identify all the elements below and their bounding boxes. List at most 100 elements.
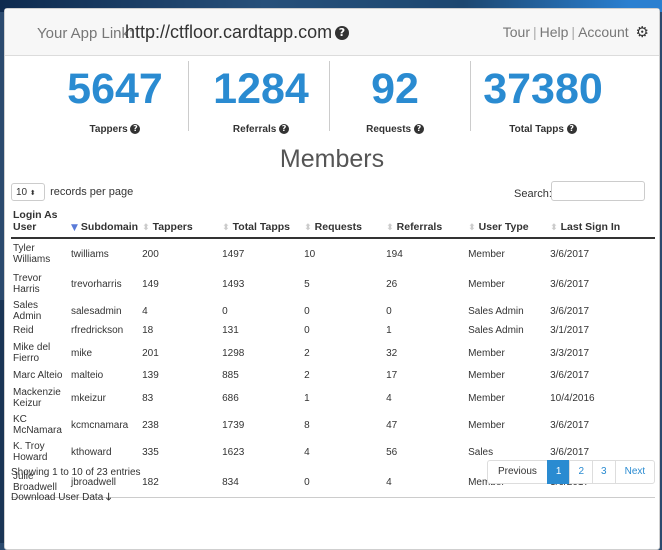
cell-total-tapps: 1739 <box>222 419 245 431</box>
cell-login-as-user[interactable]: Tyler Williams <box>11 238 69 269</box>
records-per-page: 10 ⬍ records per page <box>11 183 133 201</box>
cell-login-as-user[interactable]: Mike del Fierro <box>11 338 69 368</box>
cell-last-sign-in: 3/1/2017 <box>550 325 590 336</box>
cell-total-tapps: 1497 <box>222 248 245 260</box>
cell-last-sign-in: 10/4/2016 <box>550 392 595 404</box>
column-label: Last Sign In <box>560 221 621 233</box>
col-referrals[interactable]: ⬍ Referrals <box>384 207 467 239</box>
page-button-1[interactable]: 1 <box>546 460 571 484</box>
column-label: Total Tapps <box>232 221 291 233</box>
download-arrow-icon: 🡓 <box>106 492 112 503</box>
cell-login-as-user[interactable]: Reid <box>11 323 69 338</box>
question-circle-icon[interactable]: ? <box>413 124 424 135</box>
col-total-tapps[interactable]: ⬍ Total Tapps <box>220 207 303 239</box>
cell-login-as-user[interactable]: Mackenzie Keizur <box>11 383 69 413</box>
records-per-page-value: 10 <box>16 187 28 198</box>
cell-login-as-user[interactable]: Trevor Harris <box>11 269 69 299</box>
page-button-3[interactable]: 3 <box>592 460 616 484</box>
question-circle-icon[interactable]: ? <box>279 124 290 135</box>
table-row: Trevor Harris trevorharris 149 1493 5 26 Membe… <box>11 269 655 299</box>
cell-last-sign-in: 3/6/2017 <box>550 305 590 317</box>
cell-requests: 0 <box>304 305 310 317</box>
cell-user-type: Member <box>468 392 505 404</box>
cell-login-as-user[interactable]: Sales Admin <box>11 299 69 323</box>
cell-requests: 2 <box>304 370 310 381</box>
cell-total-tapps: 1298 <box>222 347 245 359</box>
download-user-data-link[interactable]: Download User Data 🡓 <box>11 490 111 507</box>
members-title: Members <box>279 145 385 173</box>
top-nav: Tour | Help | Account ⚙ <box>503 23 649 41</box>
header-bar: Your App Link: http://ctfloor.cardtapp.c… <box>5 9 659 56</box>
cell-total-tapps: 834 <box>220 467 303 498</box>
nav-separator: | <box>532 24 537 40</box>
entries-info: Showing 1 to 10 of 23 entries <box>11 467 141 478</box>
question-circle-icon[interactable]: ? <box>566 124 577 135</box>
cell-tappers: 201 <box>142 347 159 359</box>
cell-subdomain: kcmcnamara <box>71 419 129 431</box>
tour-link[interactable]: Tour <box>503 24 530 40</box>
cell-requests: 2 <box>304 347 310 359</box>
col-subdomain[interactable]: ▼ Subdomain <box>69 207 141 239</box>
cell-user-type: Member <box>468 248 505 260</box>
cell-total-tapps: 1493 <box>222 278 245 290</box>
stat-value: 5647 <box>67 65 163 113</box>
col-tappers[interactable]: ⬍ Tappers <box>140 207 221 239</box>
gear-icon[interactable]: ⚙ <box>636 23 649 41</box>
cell-tappers: 4 <box>142 305 148 317</box>
cell-login-as-user[interactable]: KC McNamara <box>11 413 69 437</box>
col-login-as-user[interactable]: Login As User <box>11 207 69 239</box>
column-label: Requests <box>314 221 362 233</box>
table-row: KC McNamara kcmcnamara 238 1739 8 47 Member 3/6… <box>11 413 655 437</box>
sort-icon: ⬍ <box>550 223 558 233</box>
cell-tappers: 238 <box>142 419 159 431</box>
cell-user-type: Sales Admin <box>468 305 524 317</box>
cell-requests: 8 <box>304 419 310 431</box>
app-link-url[interactable]: http://ctfloor.cardtapp.com <box>125 22 332 43</box>
cell-tappers: 139 <box>142 370 159 381</box>
column-label: User Type <box>478 221 529 233</box>
previous-page-button[interactable]: Previous <box>487 460 548 484</box>
page-button-2[interactable]: 2 <box>569 460 594 484</box>
stat-divider <box>188 61 189 131</box>
question-circle-icon[interactable]: ? <box>130 124 141 135</box>
cell-user-type: Sales Admin <box>468 325 524 336</box>
col-requests[interactable]: ⬍ Requests <box>302 207 385 239</box>
cell-user-type: Member <box>468 347 505 359</box>
cell-last-sign-in: 3/6/2017 <box>550 248 590 260</box>
help-link[interactable]: Help <box>540 24 569 40</box>
stat-label: Total Tapps <box>509 124 564 135</box>
app-link-label: Your App Link: <box>37 25 134 42</box>
cell-user-type: Member <box>468 419 505 431</box>
account-link[interactable]: Account <box>578 24 629 40</box>
sort-desc-icon: ▼ <box>71 223 78 233</box>
table-row: Sales Admin salesadmin 4 0 0 0 Sales Admin 3/6/… <box>11 299 655 323</box>
cell-tappers: 83 <box>142 392 154 404</box>
col-user-type[interactable]: ⬍ User Type <box>466 207 549 239</box>
members-table: Login As User ▼ Subdomain ⬍ Tappers ⬍ Total… <box>11 207 655 498</box>
stat-value: 1284 <box>213 65 309 113</box>
cell-requests: 4 <box>304 446 310 458</box>
search-input[interactable] <box>551 181 645 201</box>
col-last-sign-in[interactable]: ⬍ Last Sign In <box>548 207 655 239</box>
records-per-page-select[interactable]: 10 ⬍ <box>11 183 45 201</box>
cell-referrals: 194 <box>386 248 403 260</box>
table-row: Marc Alteio malteio 139 885 2 17 Member 3/6/201… <box>11 368 655 383</box>
table-row: Tyler Williams twilliams 200 1497 10 194 Membe… <box>11 238 655 269</box>
cell-requests: 0 <box>302 467 385 498</box>
next-page-button[interactable]: Next <box>614 460 656 484</box>
table-row: Mackenzie Keizur mkeizur 83 686 1 4 Member 10/4… <box>11 383 655 413</box>
download-label: Download User Data <box>11 492 104 503</box>
cell-subdomain: twilliams <box>71 248 109 260</box>
table-row: Reid rfredrickson 18 131 0 1 Sales Admin 3/1/20… <box>11 323 655 338</box>
stat-referrals: 1284 Referrals ? <box>191 64 331 135</box>
cell-login-as-user[interactable]: Marc Alteio <box>11 368 69 383</box>
sort-icon: ⬍ <box>468 223 476 233</box>
table-header-row: Login As User ▼ Subdomain ⬍ Tappers ⬍ Total… <box>11 207 655 239</box>
search-label: Search: <box>514 188 552 200</box>
question-circle-icon[interactable]: ? <box>335 26 349 40</box>
updown-icon: ⬍ <box>29 189 36 197</box>
cell-last-sign-in: 3/6/2017 <box>550 278 590 290</box>
cell-referrals: 4 <box>386 392 392 404</box>
cell-subdomain: salesadmin <box>71 305 122 317</box>
cell-login-as-user[interactable]: K. Troy Howard <box>11 437 69 467</box>
